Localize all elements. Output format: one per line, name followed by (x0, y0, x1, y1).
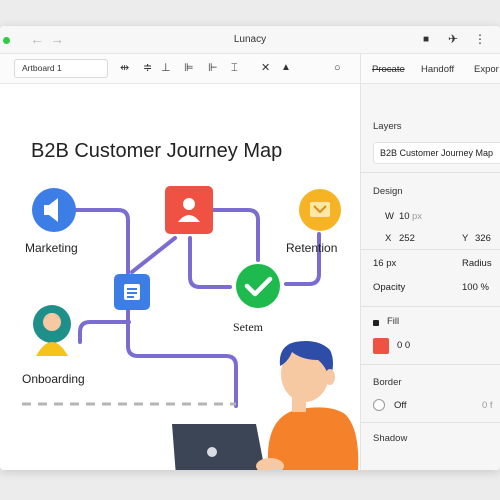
user-icon (183, 198, 195, 210)
circle-tool-icon[interactable]: ○ (334, 61, 341, 75)
width-label: W (385, 211, 394, 222)
journey-map-graphic (22, 186, 359, 470)
cross-icon[interactable]: ✕ (261, 61, 270, 75)
laptop-logo (207, 447, 217, 457)
inspector-panel: Layers B2B Customer Journey Map Design W… (360, 84, 500, 470)
inspector-tabs: Procate Handoff Expor (360, 54, 500, 84)
align-right-icon[interactable]: ⊩ (208, 61, 218, 75)
laptop-screen (172, 424, 265, 470)
font-size-input[interactable]: 16 px (373, 258, 396, 269)
fill-section-title: Fill (387, 316, 400, 327)
layer-name-field[interactable]: B2B Customer Journey Map (373, 142, 500, 164)
inbox-icon (310, 202, 330, 217)
tab-procate[interactable]: Procate (372, 64, 405, 75)
fill-toggle-icon[interactable] (373, 320, 379, 326)
fill-value[interactable]: 0 0 (397, 340, 410, 351)
marketing-node (32, 188, 76, 232)
divider (361, 249, 500, 250)
opacity-label: Opacity (373, 282, 406, 293)
fill-color-swatch[interactable] (373, 338, 389, 354)
align-middle-icon[interactable]: ≑ (143, 61, 152, 75)
profile-node (165, 186, 213, 234)
align-distribute-icon[interactable]: ⇹ (120, 61, 129, 75)
radius-label: Radius (462, 258, 492, 269)
journey-connector-paths (64, 208, 321, 408)
marketing-label: Marketing (25, 241, 78, 255)
x-input[interactable]: 252 (399, 233, 415, 244)
divider (361, 306, 500, 307)
retention-label: Retention (286, 241, 338, 255)
setem-label: Setem (233, 320, 263, 334)
width-unit: px (412, 211, 423, 222)
shirt (268, 407, 359, 470)
onboarding-label: Onboarding (22, 372, 85, 386)
app-window: ← → Lunacy ■ ✈ ⋮ Artboard 1 ⇹ ≑ ⊥ ⊫ ⊩ ⌶ … (0, 26, 500, 470)
border-value[interactable]: Off (394, 400, 407, 411)
person-with-laptop-illustration (172, 341, 359, 470)
path-profile-down (188, 236, 232, 289)
y-input[interactable]: 326 (475, 233, 491, 244)
path-profile-to-check (210, 208, 260, 262)
path-marketing-down (64, 208, 238, 408)
path-doc-to-profile (130, 236, 177, 274)
path-doc-to-onboarding (78, 320, 131, 344)
tab-export[interactable]: Expor (474, 64, 499, 75)
border-extra-value: 0 f (482, 400, 493, 411)
title-bar: ← → Lunacy ■ ✈ ⋮ (0, 26, 500, 54)
design-canvas[interactable]: B2B Customer Journey Map Marketing Reten… (0, 84, 360, 470)
width-input[interactable]: 10 (399, 211, 410, 222)
pin-icon[interactable]: ✈ (448, 32, 458, 46)
shadow-section-title: Shadow (373, 433, 408, 444)
artboard-select[interactable]: Artboard 1 (14, 59, 108, 78)
tab-handoff[interactable]: Handoff (421, 64, 454, 75)
pointer-icon[interactable]: ▲ (281, 61, 291, 75)
stop-icon[interactable]: ■ (423, 34, 429, 45)
align-center-icon[interactable]: ⌶ (231, 61, 238, 75)
checkmark-node (236, 264, 280, 308)
layers-section-title: Layers (373, 121, 402, 132)
x-label: X (385, 233, 392, 244)
onboarding-node (33, 305, 71, 356)
divider (361, 172, 500, 173)
toolbar: Artboard 1 ⇹ ≑ ⊥ ⊫ ⊩ ⌶ ✕ ▲ ○ (0, 54, 360, 84)
align-bottom-icon[interactable]: ⊥ (161, 61, 171, 75)
border-toggle-radio[interactable] (373, 399, 385, 411)
divider (361, 422, 500, 423)
retention-node (299, 189, 341, 231)
more-icon[interactable]: ⋮ (474, 32, 486, 46)
onboarding-person-icon (36, 342, 68, 356)
design-section-title: Design (373, 186, 403, 197)
opacity-input[interactable]: 100 % (462, 282, 489, 293)
border-section-title: Border (373, 377, 402, 388)
divider (361, 364, 500, 365)
document-node (114, 274, 150, 310)
align-left-icon[interactable]: ⊫ (184, 61, 194, 75)
y-label: Y (462, 233, 469, 244)
